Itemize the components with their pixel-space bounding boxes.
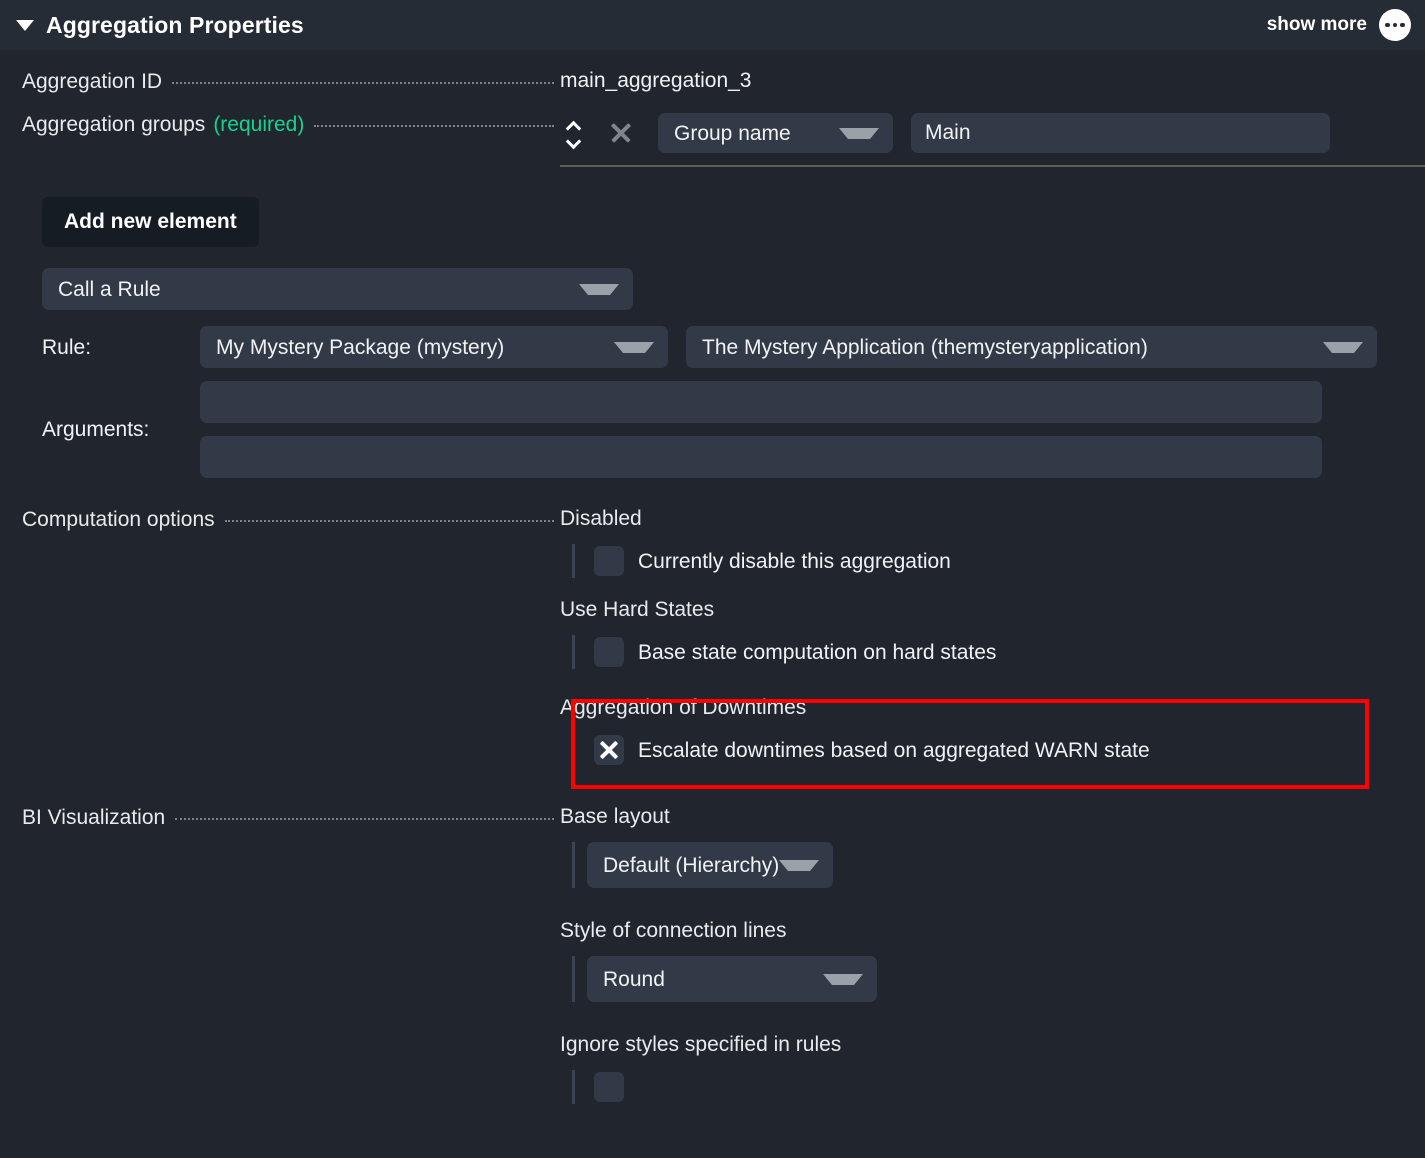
aggregation-id-label: Aggregation ID xyxy=(22,70,162,94)
argument-input-2[interactable] xyxy=(200,436,1322,478)
computation-options-value-cell: Disabled Currently disable this aggregat… xyxy=(560,508,1425,767)
chevron-down-icon[interactable] xyxy=(567,137,580,145)
option-disabled-row: Currently disable this aggregation xyxy=(560,544,1425,578)
add-new-element-button[interactable]: Add new element xyxy=(42,197,259,247)
ignore-styles-title: Ignore styles specified in rules xyxy=(560,1034,1425,1055)
chevron-down-icon xyxy=(1323,342,1363,353)
indent-guide xyxy=(572,635,575,669)
argument-input-1[interactable] xyxy=(200,381,1322,423)
row-element-type: Call a Rule xyxy=(0,268,1425,310)
rule-package-dropdown[interactable]: My Mystery Package (mystery) xyxy=(200,326,668,368)
base-layout-row: Default (Hierarchy) xyxy=(560,842,1425,888)
indent-guide xyxy=(572,842,575,888)
x-close-icon[interactable] xyxy=(606,118,636,148)
connection-lines-dropdown[interactable]: Round xyxy=(587,956,877,1002)
group-type-value: Group name xyxy=(674,123,791,144)
page-title: Aggregation Properties xyxy=(46,12,304,39)
aggregation-groups-label: Aggregation groups xyxy=(22,113,205,137)
escalate-downtimes-label: Escalate downtimes based on aggregated W… xyxy=(638,740,1150,761)
option-hard-states-title: Use Hard States xyxy=(560,599,1425,620)
dotted-leader xyxy=(172,81,554,84)
disable-aggregation-checkbox[interactable] xyxy=(594,546,624,576)
hard-states-label: Base state computation on hard states xyxy=(638,642,996,663)
group-reorder-spinner[interactable] xyxy=(560,122,586,145)
group-type-dropdown[interactable]: Group name xyxy=(658,113,893,153)
element-type-value: Call a Rule xyxy=(58,279,161,300)
row-aggregation-groups: Aggregation groups (required) Group name xyxy=(0,113,1425,167)
properties-body: Aggregation ID main_aggregation_3 Aggreg… xyxy=(0,70,1425,1104)
indent-guide xyxy=(572,544,575,578)
hard-states-checkbox[interactable] xyxy=(594,637,624,667)
chevron-up-icon[interactable] xyxy=(567,122,580,130)
group-name-input[interactable] xyxy=(911,113,1330,153)
rule-application-dropdown[interactable]: The Mystery Application (themysteryappli… xyxy=(686,326,1377,368)
aggregation-id-label-cell: Aggregation ID xyxy=(0,70,560,94)
option-hard-states: Use Hard States Base state computation o… xyxy=(560,599,1425,669)
indent-guide xyxy=(572,733,575,767)
option-aggregation-downtimes-title: Aggregation of Downtimes xyxy=(560,697,1425,718)
chevron-down-icon xyxy=(579,284,619,295)
dotted-leader xyxy=(314,124,554,127)
rule-package-value: My Mystery Package (mystery) xyxy=(216,337,504,358)
option-aggregation-downtimes-row: Escalate downtimes based on aggregated W… xyxy=(560,733,1425,767)
arguments-label: Arguments: xyxy=(42,419,200,440)
row-arguments: Arguments: xyxy=(0,381,1425,478)
aggregation-id-value-cell: main_aggregation_3 xyxy=(560,70,1425,92)
bi-visualization-label-cell: BI Visualization xyxy=(0,806,560,830)
rule-application-value: The Mystery Application (themysteryappli… xyxy=(702,337,1148,358)
option-base-layout: Base layout Default (Hierarchy) xyxy=(560,806,1425,888)
row-add-new-element: Add new element xyxy=(0,197,1425,247)
ignore-styles-row xyxy=(560,1070,1425,1104)
row-computation-options: Computation options Disabled Currently d… xyxy=(0,508,1425,767)
aggregation-groups-label-cell: Aggregation groups (required) xyxy=(0,113,560,137)
panel-header: Aggregation Properties show more xyxy=(0,0,1425,50)
base-layout-dropdown[interactable]: Default (Hierarchy) xyxy=(587,842,833,888)
group-separator xyxy=(560,165,1425,167)
connection-lines-row: Round xyxy=(560,956,1425,1002)
row-rule: Rule: My Mystery Package (mystery) The M… xyxy=(0,326,1425,368)
chevron-down-icon xyxy=(614,342,654,353)
indent-guide xyxy=(572,956,575,1002)
row-bi-visualization: BI Visualization Base layout Default (Hi… xyxy=(0,806,1425,1104)
dotted-leader xyxy=(225,519,554,522)
escalate-downtimes-checkbox[interactable] xyxy=(594,735,624,765)
bi-visualization-label: BI Visualization xyxy=(22,806,165,830)
chevron-down-icon xyxy=(779,860,819,871)
option-disabled-title: Disabled xyxy=(560,508,1425,529)
ignore-styles-checkbox[interactable] xyxy=(594,1072,624,1102)
ellipsis-icon[interactable] xyxy=(1379,9,1411,41)
triangle-down-icon[interactable] xyxy=(16,20,34,31)
option-connection-lines: Style of connection lines Round xyxy=(560,920,1425,1002)
bi-visualization-value-cell: Base layout Default (Hierarchy) Style of… xyxy=(560,806,1425,1104)
base-layout-value: Default (Hierarchy) xyxy=(603,855,779,876)
chevron-down-icon xyxy=(823,974,863,985)
aggregation-groups-value-cell: Group name xyxy=(560,113,1425,167)
option-hard-states-row: Base state computation on hard states xyxy=(560,635,1425,669)
base-layout-title: Base layout xyxy=(560,806,1425,827)
row-aggregation-id: Aggregation ID main_aggregation_3 xyxy=(0,70,1425,94)
connection-lines-value: Round xyxy=(603,969,665,990)
show-more-link[interactable]: show more xyxy=(1267,14,1367,36)
option-disabled: Disabled Currently disable this aggregat… xyxy=(560,508,1425,578)
header-actions: show more xyxy=(1267,9,1411,41)
aggregation-id-value: main_aggregation_3 xyxy=(560,69,751,92)
required-marker: (required) xyxy=(213,113,304,137)
chevron-down-icon xyxy=(839,128,879,139)
option-aggregation-downtimes: Aggregation of Downtimes Escalate downti… xyxy=(560,697,1425,767)
connection-lines-title: Style of connection lines xyxy=(560,920,1425,941)
rule-label: Rule: xyxy=(42,337,200,358)
indent-guide xyxy=(572,1070,575,1104)
option-ignore-styles: Ignore styles specified in rules xyxy=(560,1034,1425,1104)
element-type-dropdown[interactable]: Call a Rule xyxy=(42,268,633,310)
computation-options-label: Computation options xyxy=(22,508,215,532)
disable-aggregation-label: Currently disable this aggregation xyxy=(638,551,951,572)
dotted-leader xyxy=(175,817,554,820)
computation-options-label-cell: Computation options xyxy=(0,508,560,532)
